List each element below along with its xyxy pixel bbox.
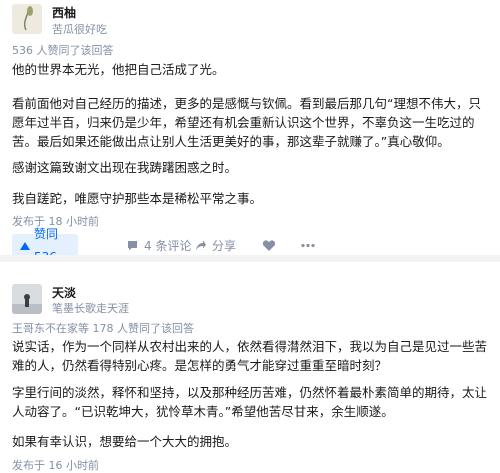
upvote-icon (20, 241, 30, 250)
share-label: 分享 (212, 239, 237, 253)
avatar[interactable] (12, 284, 42, 314)
answer-paragraph: 我自蹉跎，唯愿守护那些本是稀松平常之事。 (12, 191, 263, 206)
more-button[interactable] (300, 234, 316, 257)
author-bio: 苦瓜很好吃 (52, 23, 107, 36)
answer-paragraph: 看前面他对自己经历的描述，更多的是感慨与钦佩。看到最后那几句“理想不伟大，只愿年… (12, 96, 481, 149)
comment-label: 4 条评论 (144, 239, 192, 253)
posted-time: 发布于 16 小时前 (12, 459, 99, 472)
answer-card: 西柚 苦瓜很好吃 536 人赞同了该回答 他的世界本无光，他把自己活成了光。 看… (0, 0, 500, 264)
more-icon (301, 243, 315, 248)
upvote-button[interactable]: 赞同 536 (12, 227, 78, 264)
share-button[interactable]: 分享 (194, 234, 236, 257)
upvote-info: 王哥东不在家等 178 人赞同了该回答 (12, 322, 194, 335)
avatar[interactable] (12, 4, 42, 34)
answer-paragraph: 他的世界本无光，他把自己活成了光。 (12, 62, 225, 77)
answer-separator (0, 255, 500, 262)
upvote-info: 536 人赞同了该回答 (12, 44, 114, 57)
like-button[interactable] (262, 234, 276, 257)
comment-icon (128, 241, 137, 250)
author-name[interactable]: 天淡 (52, 284, 76, 301)
share-icon (196, 240, 206, 250)
answer-paragraph: 如果有幸认识，想要给一个大大的拥抱。 (12, 434, 238, 449)
answer-card: 天淡 笔墨长歌走天涯 王哥东不在家等 178 人赞同了该回答 说实话，作为一个同… (0, 262, 500, 473)
answer-paragraph: 说实话，作为一个同样从农村出来的人，依然看得潸然泪下，我以为自己是见过一些苦难的… (12, 339, 488, 373)
author-bio: 笔墨长歌走天涯 (52, 302, 129, 315)
answer-paragraph: 感谢这篇致谢文出现在我踌躇困惑之时。 (12, 160, 238, 175)
comment-button[interactable]: 4 条评论 (126, 234, 191, 257)
answer-paragraph: 字里行间的淡然，释怀和坚持，以及那种经历苦难，仍然怀着最朴素简单的期待，太让人动… (12, 385, 488, 419)
heart-icon (262, 240, 276, 251)
author-name[interactable]: 西柚 (52, 4, 76, 21)
